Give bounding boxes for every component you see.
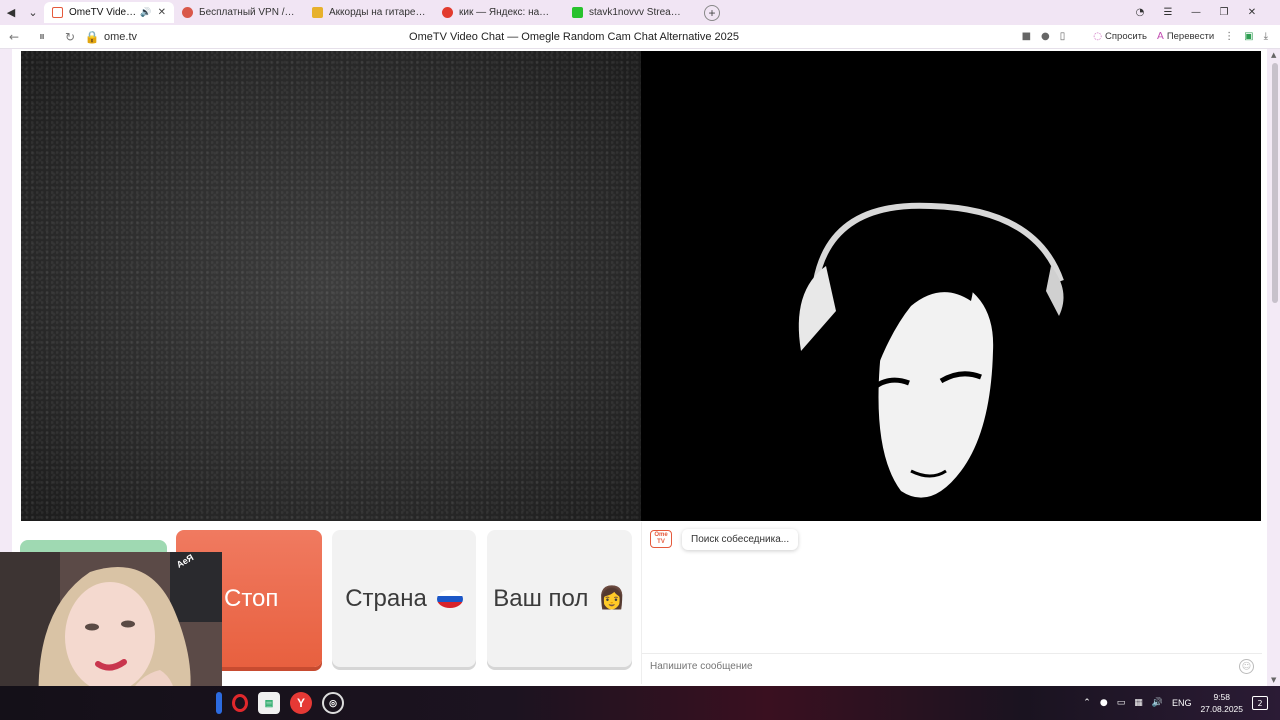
- tab-chords[interactable]: Аккорды на гитаре: смот: [304, 2, 434, 23]
- tab-kick[interactable]: stavk1novvv Stream - Kick: [564, 2, 694, 23]
- window-controls: ◔ ☰ — ❐ ✕: [1130, 7, 1280, 18]
- back-button[interactable]: ←: [0, 30, 28, 44]
- notifications-icon[interactable]: 2: [1252, 696, 1268, 710]
- camera-icon[interactable]: ■: [1022, 31, 1031, 42]
- tab-title: OmeTV Video Chat: [69, 7, 136, 18]
- new-tab-button[interactable]: +: [704, 4, 720, 21]
- ask-button[interactable]: ◌ Спросить: [1093, 31, 1147, 42]
- tray-network-icon[interactable]: ▦: [1134, 698, 1143, 708]
- reload-button[interactable]: ↻: [56, 30, 84, 44]
- microphone-icon[interactable]: ●: [1041, 31, 1050, 42]
- system-tray: ⌃ ● ▭ ▦ 🔊 ENG 9:58 27.08.2025 2: [1083, 686, 1268, 720]
- chords-favicon-icon: [312, 7, 323, 18]
- tab-yandex[interactable]: кик — Яндекс: нашлось 3: [434, 2, 564, 23]
- opera-icon[interactable]: [232, 694, 248, 712]
- lock-icon[interactable]: 🔒: [84, 30, 100, 44]
- country-label: Страна: [345, 584, 427, 612]
- scrollbar-thumb[interactable]: [1272, 63, 1278, 303]
- tab-title: кик — Яндекс: нашлось 3: [459, 7, 556, 18]
- face: [65, 582, 155, 692]
- tab-vpn[interactable]: Бесплатный VPN / ВПН -: [174, 2, 304, 23]
- minimize-button[interactable]: —: [1186, 7, 1206, 18]
- more-options-icon[interactable]: ⋮: [1224, 31, 1234, 42]
- clock-date: 27.08.2025: [1200, 704, 1243, 714]
- download-icon[interactable]: ⤓: [1264, 31, 1268, 42]
- menu-icon[interactable]: ☰: [1158, 7, 1178, 18]
- ometv-favicon-icon: [52, 7, 63, 18]
- tab-title: Аккорды на гитаре: смот: [329, 7, 426, 18]
- chat-status-message: Поиск собеседника...: [682, 529, 799, 550]
- taskbar-clock[interactable]: 9:58 27.08.2025: [1200, 691, 1243, 715]
- message-input[interactable]: [650, 661, 1239, 672]
- page-scrollbar[interactable]: ▲ ▼: [1270, 49, 1280, 686]
- bookmark-icon[interactable]: ▯: [1060, 31, 1066, 42]
- self-video: [641, 51, 1261, 521]
- browser-tab-strip: ◀ ⌄ OmeTV Video Chat 🔊 ✕ Бесплатный VPN …: [0, 0, 1280, 25]
- app-blue-icon[interactable]: [216, 692, 222, 714]
- yandex-favicon-icon: [442, 7, 453, 18]
- russia-flag-icon: [436, 589, 463, 608]
- ask-label: Спросить: [1105, 31, 1147, 42]
- language-indicator[interactable]: ENG: [1172, 698, 1192, 708]
- os-taskbar: ▤ Y ◎ ⌃ ● ▭ ▦ 🔊 ENG 9:58 27.08.2025 2: [0, 686, 1280, 720]
- chat-panel: Ome TV Поиск собеседника... ☺: [641, 522, 1262, 684]
- close-window-button[interactable]: ✕: [1242, 7, 1262, 18]
- obs-icon[interactable]: ◎: [322, 692, 344, 714]
- ometv-logo-icon: Ome TV: [650, 530, 672, 548]
- country-button[interactable]: Страна: [332, 530, 476, 667]
- extension-icon[interactable]: ▣: [1244, 31, 1253, 42]
- scroll-up-icon[interactable]: ▲: [1271, 51, 1276, 59]
- gender-button[interactable]: Ваш пол 👩: [487, 530, 632, 667]
- notepad-icon[interactable]: ▤: [258, 692, 280, 714]
- tray-battery-icon[interactable]: ▭: [1117, 698, 1126, 708]
- chat-input-row: ☺: [642, 653, 1262, 679]
- self-video-figure: [798, 202, 1064, 498]
- tab-title: Бесплатный VPN / ВПН -: [199, 7, 296, 18]
- translate-button[interactable]: A Перевести: [1157, 31, 1214, 42]
- address-bar: ← ⏸ ↻ 🔒 ome.tv OmeTV Video Chat — Omegle…: [0, 25, 1280, 49]
- profile-icon[interactable]: ◔: [1130, 7, 1150, 18]
- tab-list-chevron-icon[interactable]: ⌄: [22, 2, 44, 24]
- close-tab-icon[interactable]: ✕: [158, 7, 166, 18]
- tab-audio-icon[interactable]: ◀: [0, 2, 22, 24]
- left-ear-cup: [798, 266, 836, 351]
- ask-icon: ◌: [1093, 31, 1103, 42]
- tab-title: stavk1novvv Stream - Kick: [589, 7, 686, 18]
- tray-volume-icon[interactable]: 🔊: [1152, 698, 1163, 708]
- tray-expand-icon[interactable]: ⌃: [1083, 698, 1091, 708]
- gender-label: Ваш пол: [493, 584, 589, 612]
- scroll-down-icon[interactable]: ▼: [1271, 676, 1276, 684]
- taskbar-apps: ▤ Y ◎: [216, 686, 344, 720]
- restore-button[interactable]: ❐: [1214, 7, 1234, 18]
- clock-time: 9:58: [1213, 692, 1230, 702]
- woman-icon: 👩: [598, 586, 626, 611]
- translate-label: Перевести: [1166, 31, 1215, 42]
- vpn-favicon-icon: [182, 7, 193, 18]
- pause-icon[interactable]: ⏸: [28, 29, 56, 44]
- stranger-video-static: [21, 51, 641, 521]
- url-field[interactable]: ome.tv: [104, 31, 354, 43]
- speaker-icon[interactable]: 🔊: [140, 7, 151, 18]
- kick-favicon-icon: [572, 7, 583, 18]
- emoji-picker-icon[interactable]: ☺: [1239, 659, 1254, 674]
- stop-label: Стоп: [224, 584, 279, 612]
- tab-ometv[interactable]: OmeTV Video Chat 🔊 ✕: [44, 2, 174, 23]
- translate-icon: A: [1156, 31, 1164, 42]
- yandex-browser-icon[interactable]: Y: [290, 692, 312, 714]
- tray-mic-icon[interactable]: ●: [1100, 698, 1108, 708]
